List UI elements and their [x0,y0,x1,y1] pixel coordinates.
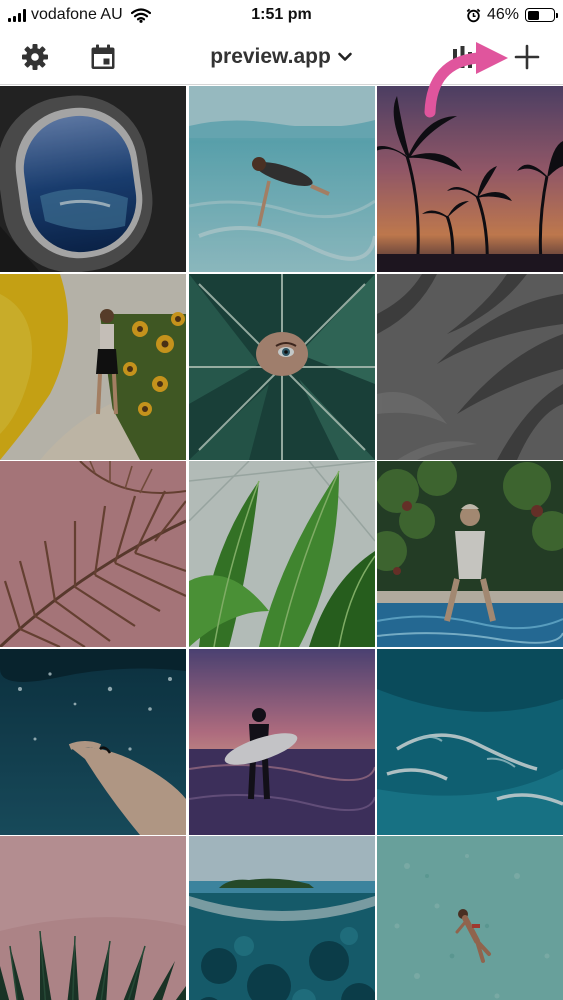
battery-level [527,10,539,20]
bar-chart-icon[interactable] [447,40,481,74]
grid-tile-airplane-window[interactable] [0,86,186,272]
app-toolbar: preview.app [0,30,563,85]
grid-tile-aerial-ocean[interactable] [377,648,563,835]
grid-tile-palm-pink[interactable] [0,836,186,1000]
carrier-label: vodafone AU [31,6,123,23]
grid-tile-palm-sunset[interactable] [377,86,563,272]
grid-tile-island-coral[interactable] [188,836,375,1000]
grid-tile-swimmer-turquoise[interactable] [377,836,563,1000]
grid-tile-hand-underwater[interactable] [0,648,186,835]
status-right: 46% [466,6,558,24]
grid-tile-underwater-swimmer[interactable] [188,86,375,272]
battery-percent: 46% [486,6,519,23]
wifi-icon [130,7,151,23]
alarm-clock-icon [466,8,481,23]
grid-tile-surfer-sunset[interactable] [188,648,375,835]
grid-tile-banana-leaves[interactable] [188,461,375,647]
photo-grid [0,86,563,1000]
grid-tile-pool-woman[interactable] [377,461,563,647]
chevron-down-icon [337,49,353,65]
grid-tile-palm-shadow[interactable] [377,273,563,460]
grid-tile-monstera-face[interactable] [188,273,375,460]
plus-icon[interactable] [510,40,544,74]
battery-icon [525,8,558,22]
account-title: preview.app [210,45,331,68]
status-left: vodafone AU [8,6,151,24]
grid-tile-sunflower-field[interactable] [0,273,186,460]
grid-tile-palm-frond-pink[interactable] [0,461,186,647]
status-bar: vodafone AU 1:51 pm 46% [0,0,563,30]
signal-icon [8,8,26,22]
